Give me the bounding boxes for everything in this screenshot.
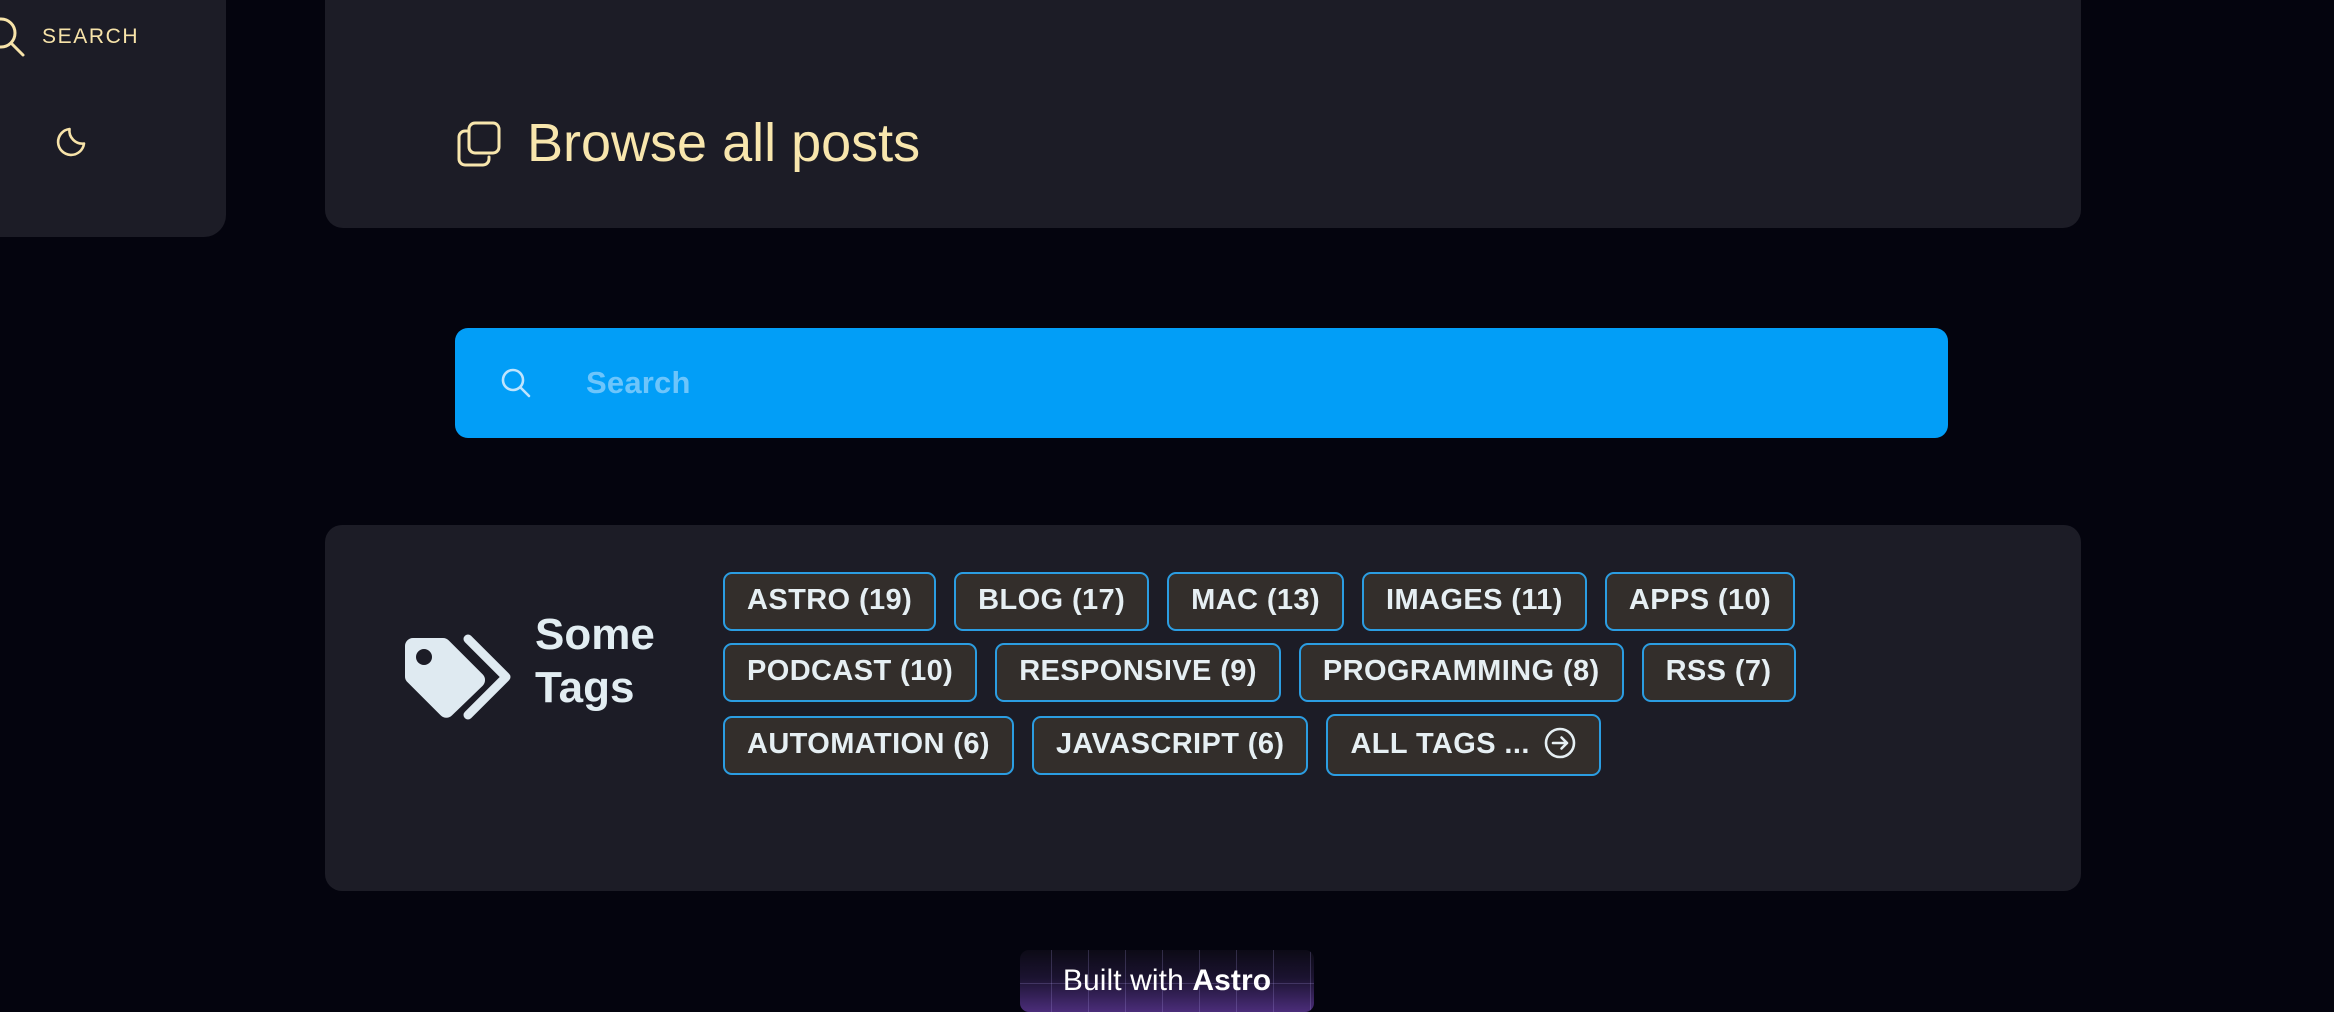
search-input-placeholder: Search	[586, 365, 691, 400]
sidebar: SEARCH	[0, 0, 226, 237]
search-input[interactable]: Search	[455, 328, 1948, 438]
built-with-astro-text: Built with Astro	[1063, 964, 1271, 998]
tag-pill-blog[interactable]: BLOG (17)	[954, 572, 1150, 631]
tag-row: AUTOMATION (6) JAVASCRIPT (6) ALL TAGS .…	[723, 714, 2041, 776]
footer: Built with Astro	[0, 950, 2334, 1012]
tag-label: RESPONSIVE (9)	[1019, 655, 1257, 687]
tag-pill-responsive[interactable]: RESPONSIVE (9)	[995, 643, 1281, 702]
tag-pill-podcast[interactable]: PODCAST (10)	[723, 643, 978, 702]
search-icon	[499, 366, 533, 400]
copy-squares-icon	[453, 117, 505, 169]
tag-label: BLOG (17)	[978, 584, 1126, 616]
tag-label: ASTRO (19)	[747, 584, 913, 616]
tag-label: RSS (7)	[1665, 655, 1772, 687]
tags-panel: Some Tags ASTRO (19) BLOG (17) MAC (13) …	[325, 525, 2081, 891]
tag-label: PODCAST (10)	[747, 655, 954, 687]
tag-label: IMAGES (11)	[1386, 584, 1563, 616]
tag-pill-automation[interactable]: AUTOMATION (6)	[723, 715, 1014, 775]
search-icon	[0, 14, 28, 60]
tag-pill-astro[interactable]: ASTRO (19)	[723, 572, 937, 631]
page-title-text: Browse all posts	[527, 113, 921, 173]
tag-pill-images[interactable]: IMAGES (11)	[1362, 572, 1587, 631]
moon-icon	[52, 127, 96, 165]
badge-prefix: Built with	[1062, 964, 1193, 997]
page-header-panel: Browse all posts	[325, 0, 2081, 228]
tag-label: PROGRAMMING (8)	[1322, 655, 1600, 687]
tags-heading-group: Some Tags	[395, 572, 685, 728]
badge-brand: Astro	[1192, 964, 1272, 997]
tag-label: MAC (13)	[1191, 584, 1321, 616]
tag-pill-apps[interactable]: APPS (10)	[1604, 572, 1796, 631]
arrow-right-circle-icon	[1543, 726, 1577, 760]
tag-list: ASTRO (19) BLOG (17) MAC (13) IMAGES (11…	[723, 572, 2041, 788]
tags-heading-text: Some Tags	[535, 610, 655, 713]
tag-pill-mac[interactable]: MAC (13)	[1167, 572, 1345, 631]
sidebar-search-label: SEARCH	[42, 25, 140, 48]
tag-pill-javascript[interactable]: JAVASCRIPT (6)	[1031, 715, 1309, 775]
tag-pill-all-tags[interactable]: ALL TAGS ...	[1326, 714, 1601, 776]
tag-pill-programming[interactable]: PROGRAMMING (8)	[1298, 643, 1624, 702]
theme-toggle-button[interactable]	[52, 117, 96, 161]
tag-label: AUTOMATION (6)	[747, 727, 990, 760]
page-title: Browse all posts	[453, 116, 920, 170]
tag-label: JAVASCRIPT (6)	[1055, 727, 1285, 760]
tag-pill-rss[interactable]: RSS (7)	[1641, 643, 1796, 702]
tag-row: PODCAST (10) RESPONSIVE (9) PROGRAMMING …	[723, 643, 2041, 702]
sidebar-search-button[interactable]: SEARCH	[0, 14, 139, 60]
tags-icon	[395, 618, 513, 728]
tag-label: APPS (10)	[1628, 584, 1772, 616]
tag-row: ASTRO (19) BLOG (17) MAC (13) IMAGES (11…	[723, 572, 2041, 631]
tag-label: ALL TAGS ...	[1350, 727, 1530, 760]
built-with-astro-badge[interactable]: Built with Astro	[1020, 950, 1314, 1012]
